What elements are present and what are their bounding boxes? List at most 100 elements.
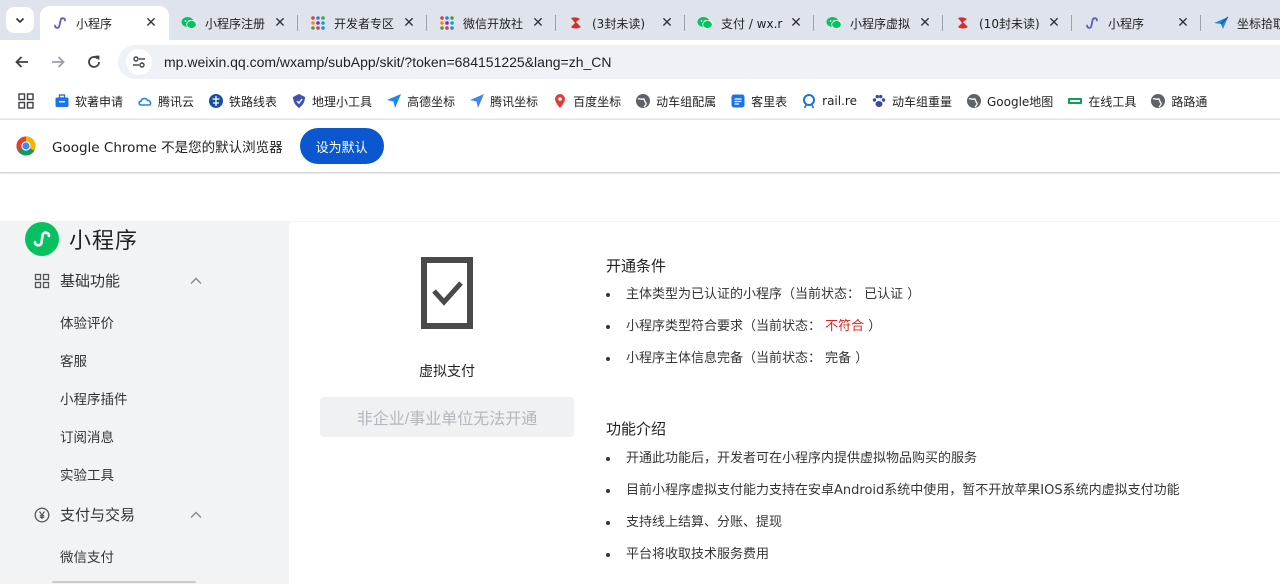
tab-2[interactable]: 开发者专区 ✕ xyxy=(298,6,427,40)
bookmark-4[interactable]: 高德坐标 xyxy=(386,93,455,110)
tab-9[interactable]: 坐标拾取 xyxy=(1201,6,1280,40)
page-header-area xyxy=(0,174,1280,221)
bookmark-9[interactable]: rail.re xyxy=(801,93,857,109)
close-icon[interactable]: ✕ xyxy=(530,15,546,31)
paw-icon xyxy=(871,93,887,109)
tab-title: 小程序 xyxy=(76,16,113,31)
sidebar-item-wechat-pay[interactable]: 微信支付 xyxy=(60,546,114,566)
bookmark-label: 地理小工具 xyxy=(312,94,373,109)
close-icon[interactable]: ✕ xyxy=(788,15,804,31)
bookmark-label: 路路通 xyxy=(1171,94,1208,109)
bookmark-label: 百度坐标 xyxy=(573,94,622,109)
tab-title: 小程序注册 xyxy=(205,16,266,31)
sidebar-item-lab-tools[interactable]: 实验工具 xyxy=(60,464,114,484)
condition-item: 小程序主体信息完备（当前状态： 完备 ） xyxy=(606,349,920,381)
bookmark-2[interactable]: 铁路线表 xyxy=(208,93,277,110)
ring-icon xyxy=(801,93,817,109)
bookmark-1[interactable]: 腾讯云 xyxy=(137,93,194,110)
enable-disabled-button[interactable]: 非企业/事业单位无法开通 xyxy=(320,397,574,437)
tab-list: 小程序 ✕ 小程序注册 ✕ 开发者专区 ✕ 微信开放社 ✕ (3封未读) ✕ 支付 / wx.r ✕ 小… xyxy=(40,6,1280,40)
apps-grid-icon[interactable] xyxy=(18,93,34,109)
tab-4[interactable]: (3封未读) ✕ xyxy=(556,6,685,40)
location-pin-icon xyxy=(552,93,568,109)
sidebar-item-experience-review[interactable]: 体验评价 xyxy=(60,312,114,332)
site-info-button[interactable] xyxy=(126,49,152,75)
yen-icon xyxy=(33,506,51,524)
bookmark-13[interactable]: 路路通 xyxy=(1150,93,1207,110)
miniprogram-logo-icon xyxy=(25,222,59,256)
set-default-button[interactable]: 设为默认 xyxy=(299,128,384,164)
nav-group-label: 支付与交易 xyxy=(60,506,136,524)
bookmark-label: 软著申请 xyxy=(75,94,124,109)
sidebar-item-plugins[interactable]: 小程序插件 xyxy=(60,388,128,408)
forward-button[interactable] xyxy=(46,50,70,74)
nav-group-basic[interactable]: 基础功能 xyxy=(33,270,203,291)
virtual-payment-card: 虚拟支付 非企业/事业单位无法开通 开通条件 主体类型为已认证的小程序（当前状态… xyxy=(289,222,1280,584)
condition-close: ） xyxy=(868,319,882,334)
url-host: mp.weixin.qq.com xyxy=(164,54,277,70)
close-icon[interactable]: ✕ xyxy=(143,15,159,31)
chevron-up-icon[interactable] xyxy=(189,274,203,288)
pin-shield-icon xyxy=(291,93,307,109)
close-icon[interactable]: ✕ xyxy=(401,15,417,31)
bookmark-label: 客里表 xyxy=(751,94,788,109)
feature-title: 虚拟支付 xyxy=(419,364,475,380)
tab-search-button[interactable] xyxy=(6,7,34,33)
tab-0[interactable]: 小程序 ✕ xyxy=(40,6,169,40)
brand[interactable]: 小程序 xyxy=(25,222,138,256)
close-icon[interactable]: ✕ xyxy=(1046,15,1062,31)
brand-title: 小程序 xyxy=(69,229,139,254)
close-icon[interactable]: ✕ xyxy=(1175,15,1191,31)
bookmark-11[interactable]: Google地图 xyxy=(966,93,1053,110)
sidebar-item-customer-service[interactable]: 客服 xyxy=(60,350,87,370)
close-icon[interactable]: ✕ xyxy=(917,15,933,31)
reload-button[interactable] xyxy=(82,50,106,74)
bookmark-label: 腾讯坐标 xyxy=(490,94,539,109)
tab-6[interactable]: 小程序虚拟 ✕ xyxy=(814,6,943,40)
close-icon[interactable]: ✕ xyxy=(272,15,288,31)
arrow-map-icon xyxy=(469,93,485,109)
condition-item: 小程序类型符合要求（当前状态： 不符合 ） xyxy=(606,317,920,349)
condition-text: 主体类型为已认证的小程序（当前状态： xyxy=(626,287,861,302)
bookmark-5[interactable]: 腾讯坐标 xyxy=(469,93,538,110)
bookmark-7[interactable]: 动车组配属 xyxy=(635,93,716,110)
bookmark-10[interactable]: 动车组重量 xyxy=(871,93,952,110)
tab-3[interactable]: 微信开放社 ✕ xyxy=(427,6,556,40)
sidebar-divider xyxy=(52,581,196,583)
tab-7[interactable]: (10封未读) ✕ xyxy=(943,6,1072,40)
sidebar-item-subscribe-messages[interactable]: 订阅消息 xyxy=(60,426,114,446)
tab-8[interactable]: 小程序 ✕ xyxy=(1072,6,1201,40)
bookmark-12[interactable]: 在线工具 xyxy=(1067,93,1136,110)
plane-icon xyxy=(1213,15,1229,31)
bookmark-label: 动车组重量 xyxy=(891,94,952,109)
close-icon[interactable]: ✕ xyxy=(659,15,675,31)
tab-title: (10封未读) xyxy=(979,16,1040,31)
bookmark-label: 铁路线表 xyxy=(229,94,278,109)
bookmark-label: 动车组配属 xyxy=(656,94,717,109)
tune-icon xyxy=(133,56,145,68)
bookmark-0[interactable]: 软著申请 xyxy=(54,93,123,110)
tab-strip: 小程序 ✕ 小程序注册 ✕ 开发者专区 ✕ 微信开放社 ✕ (3封未读) ✕ 支付 / wx.r ✕ 小… xyxy=(0,0,1280,40)
tab-5[interactable]: 支付 / wx.r ✕ xyxy=(685,6,814,40)
arrow-map-icon xyxy=(386,93,402,109)
default-browser-infobar: Google Chrome 不是您的默认浏览器 设为默认 xyxy=(0,119,1280,173)
tab-1[interactable]: 小程序注册 ✕ xyxy=(169,6,298,40)
address-bar[interactable]: mp.weixin.qq.com/wxamp/subApp/skit/?toke… xyxy=(118,45,1280,79)
infobar-message: Google Chrome 不是您的默认浏览器 xyxy=(52,140,283,156)
cloud-icon xyxy=(137,93,153,109)
chevron-up-icon[interactable] xyxy=(189,508,203,522)
bookmark-label: rail.re xyxy=(822,94,857,108)
bookmark-8[interactable]: 客里表 xyxy=(730,93,787,110)
url-text[interactable]: mp.weixin.qq.com/wxamp/subApp/skit/?toke… xyxy=(164,54,612,70)
bar-icon xyxy=(1067,93,1083,109)
back-button[interactable] xyxy=(10,50,34,74)
nav-group-payment[interactable]: 支付与交易 xyxy=(33,504,203,525)
mail-icon xyxy=(568,15,584,31)
bookmark-6[interactable]: 百度坐标 xyxy=(552,93,621,110)
browser-toolbar: mp.weixin.qq.com/wxamp/subApp/skit/?toke… xyxy=(0,40,1280,84)
tab-title: (3封未读) xyxy=(592,16,645,31)
tab-title: 微信开放社 xyxy=(463,16,524,31)
bookmark-label: 高德坐标 xyxy=(407,94,456,109)
doc-icon xyxy=(730,93,746,109)
bookmark-3[interactable]: 地理小工具 xyxy=(291,93,372,110)
